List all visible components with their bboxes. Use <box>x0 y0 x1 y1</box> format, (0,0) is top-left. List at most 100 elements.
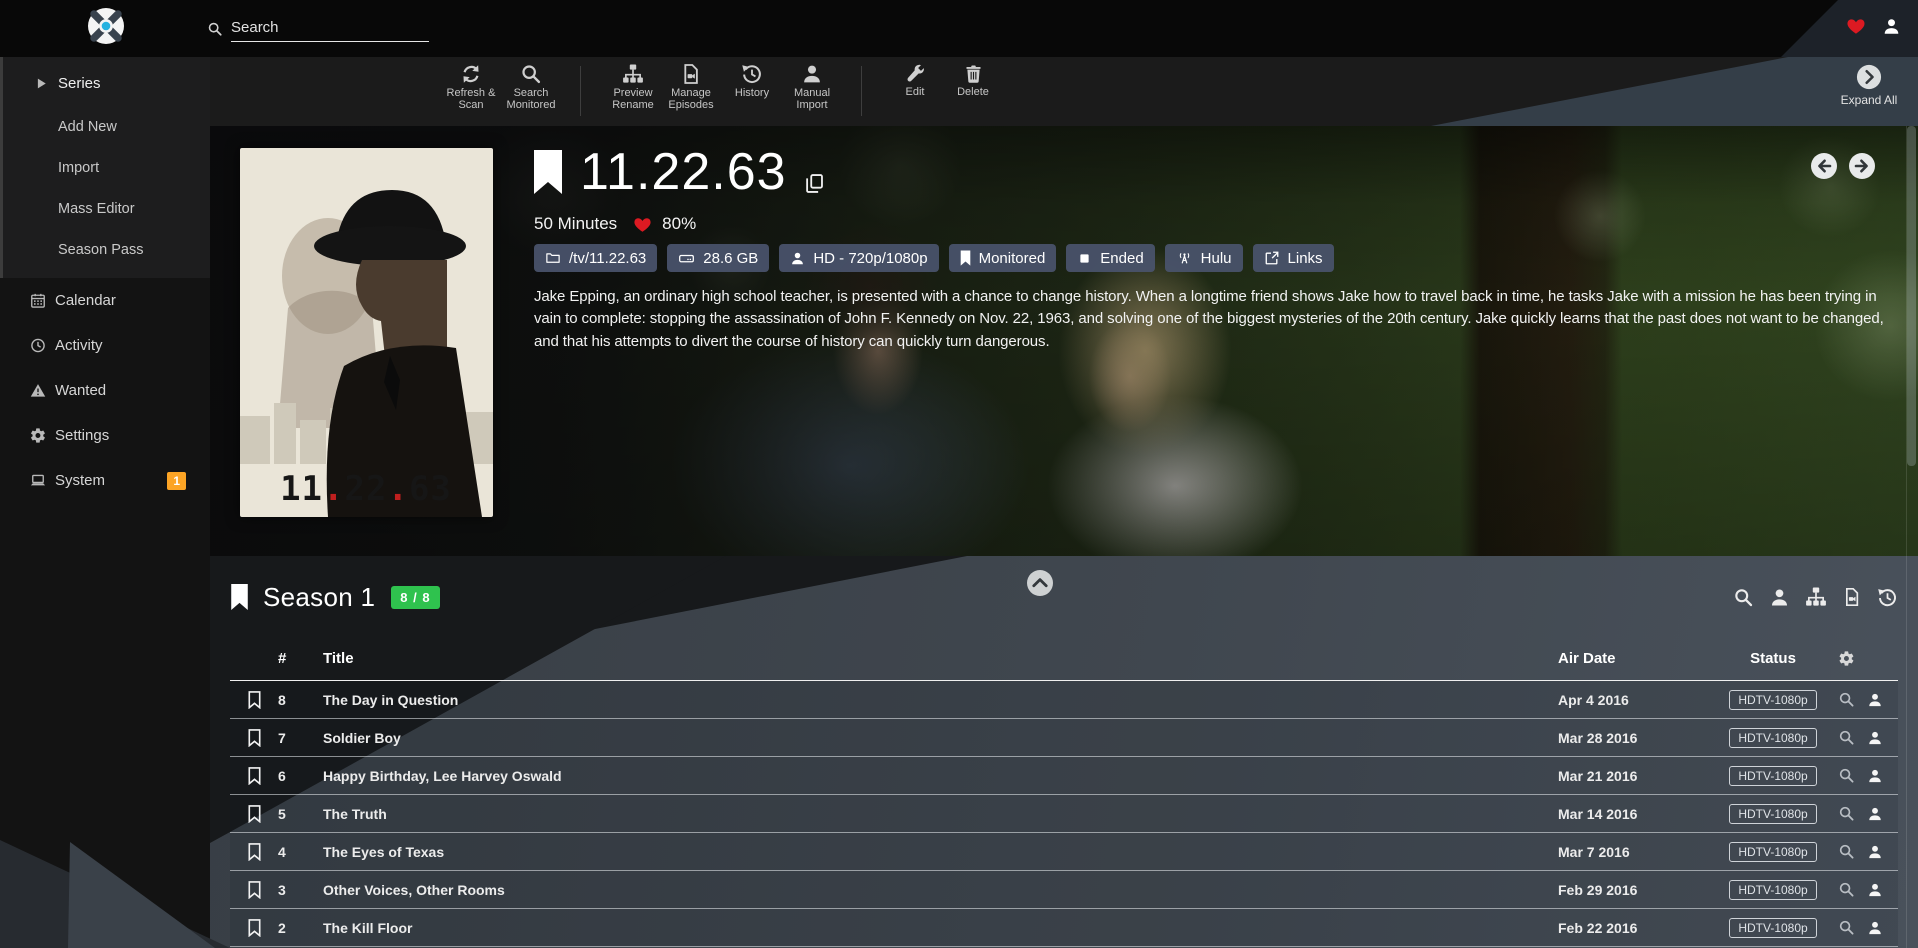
episode-search-icon[interactable] <box>1838 843 1855 860</box>
next-series-button[interactable] <box>1848 152 1876 180</box>
episode-row[interactable]: 8 The Day in Question Apr 4 2016 HDTV-10… <box>230 681 1898 719</box>
episode-monitor-toggle-icon[interactable] <box>248 691 261 709</box>
episode-title[interactable]: The Truth <box>323 806 1558 822</box>
episode-monitor-toggle-icon[interactable] <box>248 729 261 747</box>
episode-air-date: Apr 4 2016 <box>1558 692 1708 708</box>
episode-row[interactable]: 2 The Kill Floor Feb 22 2016 HDTV-1080p <box>230 909 1898 947</box>
links-chip[interactable]: Links <box>1253 244 1334 272</box>
episode-title[interactable]: Soldier Boy <box>323 730 1558 746</box>
sidebar-item-label: Settings <box>55 427 109 444</box>
season-search-icon[interactable] <box>1733 587 1754 608</box>
episode-search-icon[interactable] <box>1838 691 1855 708</box>
clock-icon <box>29 337 47 354</box>
series-status: Ended <box>1100 250 1143 267</box>
episode-interactive-search-icon[interactable] <box>1867 692 1883 708</box>
season-header: Season 1 8 / 8 <box>230 570 1898 624</box>
table-options-gear-icon[interactable] <box>1838 650 1855 667</box>
history-icon <box>741 63 763 85</box>
broadcast-tower-icon <box>1176 250 1193 267</box>
episode-title[interactable]: The Eyes of Texas <box>323 844 1558 860</box>
monitored-bookmark-icon[interactable] <box>532 150 564 194</box>
episode-monitor-toggle-icon[interactable] <box>248 881 261 899</box>
sidebar-item-import[interactable]: Import <box>3 147 210 188</box>
sidebar-item-series[interactable]: Series <box>3 61 210 106</box>
episode-title[interactable]: The Day in Question <box>323 692 1558 708</box>
episode-search-icon[interactable] <box>1838 919 1855 936</box>
episode-search-icon[interactable] <box>1838 767 1855 784</box>
sidebar-item-season-pass[interactable]: Season Pass <box>3 229 210 270</box>
sidebar-item-calendar[interactable]: Calendar <box>0 278 210 323</box>
donate-heart-icon[interactable] <box>1845 16 1867 36</box>
manual-import-button[interactable]: Manual Import <box>777 63 847 111</box>
episode-row[interactable]: 4 The Eyes of Texas Mar 7 2016 HDTV-1080… <box>230 833 1898 871</box>
season-history-icon[interactable] <box>1877 587 1898 608</box>
sidebar-item-system[interactable]: System 1 <box>0 458 210 503</box>
collapse-season-button[interactable] <box>1026 569 1054 597</box>
episode-interactive-search-icon[interactable] <box>1867 844 1883 860</box>
episode-search-icon[interactable] <box>1838 881 1855 898</box>
episode-interactive-search-icon[interactable] <box>1867 882 1883 898</box>
sidebar-item-add-new[interactable]: Add New <box>3 106 210 147</box>
trash-icon <box>963 63 984 84</box>
episode-interactive-search-icon[interactable] <box>1867 920 1883 936</box>
episode-number: 7 <box>278 730 323 746</box>
folder-icon <box>545 250 561 266</box>
copy-icon[interactable] <box>803 172 826 195</box>
sonarr-logo-icon[interactable] <box>86 6 126 46</box>
toolbar-divider <box>580 66 581 116</box>
sidebar: Series Add New Import Mass Editor Season… <box>0 57 210 948</box>
episode-row[interactable]: 5 The Truth Mar 14 2016 HDTV-1080p <box>230 795 1898 833</box>
header-number: # <box>278 650 323 667</box>
previous-series-button[interactable] <box>1810 152 1838 180</box>
episode-title[interactable]: Happy Birthday, Lee Harvey Oswald <box>323 768 1558 784</box>
delete-button[interactable]: Delete <box>938 63 1008 98</box>
header-status: Status <box>1708 650 1838 667</box>
episode-monitor-toggle-icon[interactable] <box>248 767 261 785</box>
manage-episodes-button[interactable]: Manage Episodes <box>656 63 726 111</box>
episode-interactive-search-icon[interactable] <box>1867 730 1883 746</box>
sidebar-item-settings[interactable]: Settings <box>0 413 210 458</box>
quality-badge: HDTV-1080p <box>1729 842 1816 862</box>
quality-badge: HDTV-1080p <box>1729 918 1816 938</box>
sidebar-item-activity[interactable]: Activity <box>0 323 210 368</box>
series-meta-row: 50 Minutes 80% <box>534 214 696 234</box>
toolbar-button-label: Manual Import <box>777 87 847 111</box>
season-file-info-icon[interactable] <box>1842 587 1862 607</box>
episode-search-icon[interactable] <box>1838 729 1855 746</box>
series-path: /tv/11.22.63 <box>569 250 646 267</box>
search-input[interactable] <box>231 14 429 42</box>
sidebar-item-label: Wanted <box>55 382 106 399</box>
episode-search-icon[interactable] <box>1838 805 1855 822</box>
quality-badge: HDTV-1080p <box>1729 690 1816 710</box>
episode-title[interactable]: The Kill Floor <box>323 920 1558 936</box>
scrollbar-thumb[interactable] <box>1907 126 1916 466</box>
episode-monitor-toggle-icon[interactable] <box>248 805 261 823</box>
monitored-chip[interactable]: Monitored <box>949 244 1057 272</box>
season-bookmark-icon[interactable] <box>230 584 249 610</box>
season-header-actions <box>1733 586 1898 608</box>
episode-monitor-toggle-icon[interactable] <box>248 919 261 937</box>
quality-badge: HDTV-1080p <box>1729 880 1816 900</box>
episode-number: 8 <box>278 692 323 708</box>
episode-row[interactable]: 7 Soldier Boy Mar 28 2016 HDTV-1080p <box>230 719 1898 757</box>
episode-row[interactable]: 6 Happy Birthday, Lee Harvey Oswald Mar … <box>230 757 1898 795</box>
toolbar-button-label: Delete <box>938 86 1008 98</box>
episode-interactive-search-icon[interactable] <box>1867 768 1883 784</box>
search-monitored-button[interactable]: Search Monitored <box>496 63 566 111</box>
episode-interactive-search-icon[interactable] <box>1867 806 1883 822</box>
season-rename-icon[interactable] <box>1805 586 1827 608</box>
rating-heart-icon <box>632 215 653 234</box>
size-chip: 28.6 GB <box>667 244 769 272</box>
search-icon <box>520 63 542 85</box>
user-account-icon[interactable] <box>1882 17 1901 36</box>
expand-all-button[interactable]: Expand All <box>1830 64 1908 107</box>
season-interactive-search-icon[interactable] <box>1769 587 1790 608</box>
refresh-icon <box>460 63 482 85</box>
sidebar-item-mass-editor[interactable]: Mass Editor <box>3 188 210 229</box>
episode-monitor-toggle-icon[interactable] <box>248 843 261 861</box>
episode-title[interactable]: Other Voices, Other Rooms <box>323 882 1558 898</box>
episode-number: 6 <box>278 768 323 784</box>
episode-row[interactable]: 3 Other Voices, Other Rooms Feb 29 2016 … <box>230 871 1898 909</box>
sidebar-item-wanted[interactable]: Wanted <box>0 368 210 413</box>
toolbar-button-label: Search Monitored <box>496 87 566 111</box>
